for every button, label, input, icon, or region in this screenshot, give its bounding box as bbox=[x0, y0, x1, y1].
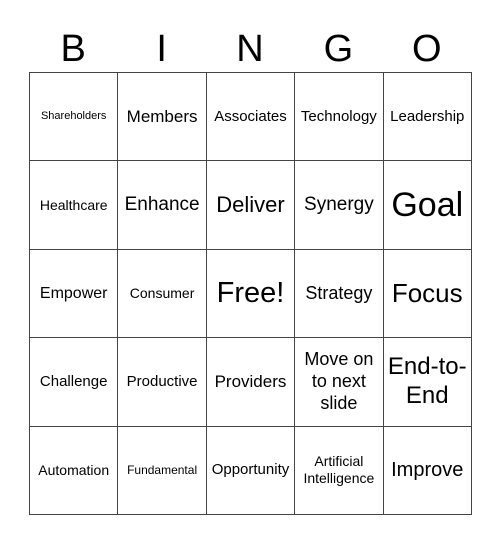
bingo-cell: Automation bbox=[28, 425, 119, 515]
bingo-cell: Challenge bbox=[28, 337, 119, 427]
bingo-cell: Opportunity bbox=[205, 425, 296, 515]
bingo-cell: Productive bbox=[117, 337, 207, 427]
grid-row: Automation Fundamental Opportunity Artif… bbox=[28, 425, 472, 515]
grid-row: Shareholders Members Associates Technolo… bbox=[28, 71, 472, 162]
bingo-cell: Empower bbox=[28, 248, 119, 339]
header-letter-b: B bbox=[60, 28, 86, 70]
bingo-cell: Deliver bbox=[205, 160, 296, 250]
bingo-cell: Enhance bbox=[117, 160, 207, 250]
bingo-cell: Move on to next slide bbox=[294, 337, 384, 427]
bingo-cell: Members bbox=[117, 71, 207, 162]
bingo-cell: Healthcare bbox=[28, 160, 119, 250]
bingo-cell: Strategy bbox=[294, 248, 384, 339]
bingo-cell: Shareholders bbox=[28, 71, 119, 162]
bingo-cell: Artificial Intelligence bbox=[294, 425, 384, 515]
header-letter-n: N bbox=[236, 28, 264, 70]
bingo-cell: Goal bbox=[382, 160, 472, 250]
bingo-header: B I N G O bbox=[29, 27, 471, 71]
bingo-cell: Focus bbox=[382, 248, 472, 339]
bingo-grid: Shareholders Members Associates Technolo… bbox=[28, 71, 472, 515]
grid-row: Challenge Productive Providers Move on t… bbox=[28, 337, 472, 427]
bingo-cell: Leadership bbox=[382, 71, 472, 162]
bingo-cell: Improve bbox=[382, 425, 472, 515]
bingo-cell: Associates bbox=[205, 71, 296, 162]
bingo-cell: Technology bbox=[294, 71, 384, 162]
header-letter-g: G bbox=[323, 28, 354, 70]
bingo-cell: Providers bbox=[205, 337, 296, 427]
free-space-cell: Free! bbox=[205, 248, 296, 339]
header-letter-i: I bbox=[156, 28, 167, 70]
grid-row: Healthcare Enhance Deliver Synergy Goal bbox=[28, 160, 472, 250]
bingo-cell: Synergy bbox=[294, 160, 384, 250]
bingo-cell: End-to-End bbox=[382, 337, 472, 427]
bingo-cell: Fundamental bbox=[117, 425, 207, 515]
bingo-cell: Consumer bbox=[117, 248, 207, 339]
grid-row: Empower Consumer Free! Strategy Focus bbox=[28, 248, 472, 339]
header-letter-o: O bbox=[412, 28, 442, 70]
